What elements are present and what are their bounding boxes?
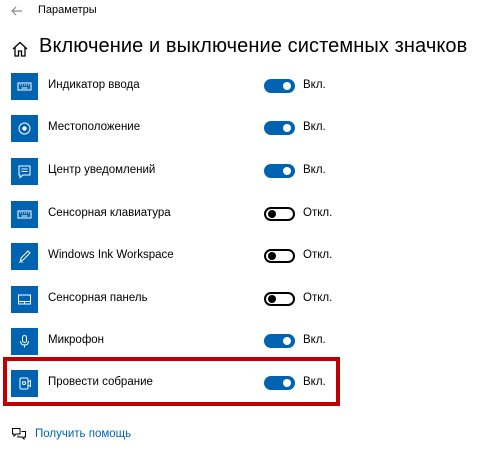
toggle-switch[interactable] (264, 249, 295, 263)
list-item-action-center: Центр уведомлений Вкл. (0, 150, 492, 192)
toggle-switch[interactable] (264, 334, 295, 348)
tile (11, 115, 38, 142)
toggle-state: Вкл. (303, 79, 326, 91)
page-header: Включение и выключение системных значков (0, 32, 492, 68)
help-chat-icon (12, 428, 26, 441)
toggle-switch[interactable] (264, 164, 295, 178)
toggle-switch[interactable] (264, 207, 295, 221)
item-label: Сенсорная клавиатура (48, 207, 171, 219)
microphone-icon (20, 335, 29, 348)
tile (11, 73, 38, 100)
item-label: Местоположение (48, 121, 141, 133)
toggle-state: Вкл. (303, 334, 326, 346)
toggle-knob (268, 210, 276, 218)
toggle-knob (268, 252, 276, 260)
pen-icon (18, 250, 31, 263)
toggle-state: Вкл. (303, 164, 326, 176)
list-item-touch-keyboard: Сенсорная клавиатура Откл. (0, 193, 492, 235)
tile (11, 286, 38, 313)
list-item-location: Местоположение Вкл. (0, 107, 492, 149)
tile (11, 201, 38, 228)
highlight-box (3, 357, 340, 406)
help-link[interactable]: Получить помощь (35, 428, 131, 440)
toggle-state: Вкл. (303, 121, 326, 133)
keyboard-icon (17, 82, 32, 91)
page-title: Включение и выключение системных значков (39, 35, 468, 57)
list-item-windows-ink: Windows Ink Workspace Откл. (0, 235, 492, 277)
back-arrow-icon[interactable] (9, 3, 25, 19)
notification-icon (18, 165, 31, 179)
title-bar: Параметры (0, 0, 492, 22)
item-label: Центр уведомлений (48, 164, 156, 176)
list-item-input-indicator: Индикатор ввода Вкл. (0, 65, 492, 107)
item-label: Сенсорная панель (48, 292, 148, 304)
item-label: Индикатор ввода (48, 79, 140, 91)
item-label: Windows Ink Workspace (48, 249, 174, 261)
toggle-knob (283, 124, 291, 132)
app-title: Параметры (38, 4, 97, 16)
toggle-knob (283, 167, 291, 175)
toggle-knob (268, 295, 276, 303)
list-item-microphone: Микрофон Вкл. (0, 320, 492, 362)
toggle-knob (283, 82, 291, 90)
toggle-knob (283, 337, 291, 345)
get-help[interactable]: Получить помощь (11, 426, 211, 444)
toggle-state: Откл. (303, 207, 333, 219)
tile (11, 158, 38, 185)
home-icon (12, 41, 28, 57)
location-icon (18, 122, 31, 135)
toggle-switch[interactable] (264, 79, 295, 93)
toggle-state: Откл. (303, 249, 333, 261)
tile (11, 243, 38, 270)
list-item-touchpad: Сенсорная панель Откл. (0, 278, 492, 320)
touchpad-icon (18, 294, 31, 305)
toggle-switch[interactable] (264, 292, 295, 306)
item-label: Микрофон (48, 334, 105, 346)
touch-keyboard-icon (17, 210, 32, 219)
toggle-state: Откл. (303, 292, 333, 304)
toggle-switch[interactable] (264, 121, 295, 135)
tile (11, 328, 38, 355)
